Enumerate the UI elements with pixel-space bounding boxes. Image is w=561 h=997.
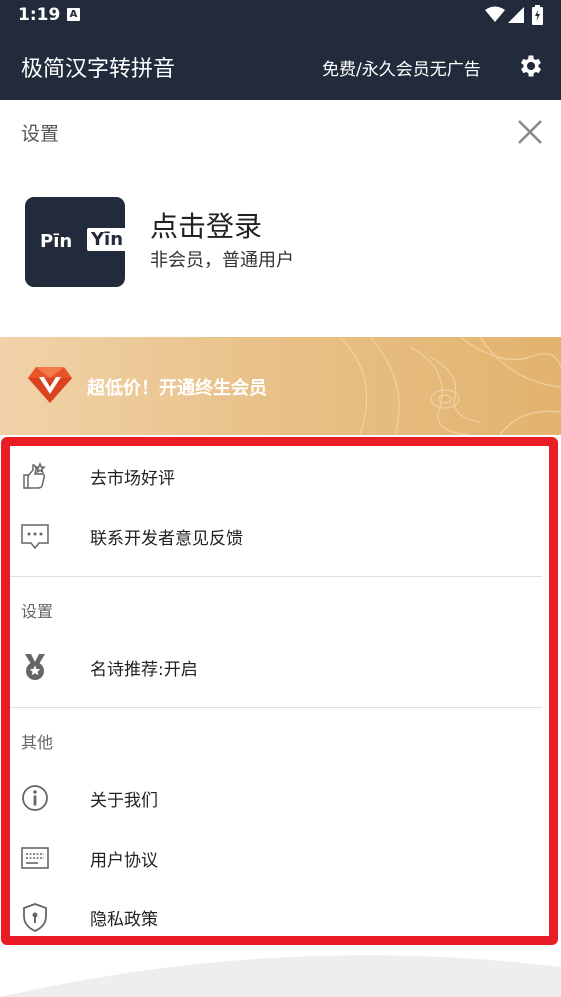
app-logo[interactable]: Pīn Yīn — [25, 197, 128, 287]
contour-decoration — [339, 337, 561, 435]
login-title[interactable]: 点击登录 — [150, 205, 262, 245]
close-icon[interactable] — [516, 118, 544, 146]
logo-pin-text: Pīn — [40, 231, 73, 252]
bottom-backdrop — [0, 945, 561, 997]
status-time: 1:19 — [18, 5, 61, 25]
logo-yin-text: Yīn — [87, 228, 128, 251]
signal-icon — [508, 7, 524, 23]
battery-charging-icon — [532, 5, 543, 25]
vip-banner[interactable]: 超低价！开通终生会员 — [0, 337, 561, 435]
highlight-box — [1, 437, 558, 945]
login-subtitle: 非会员，普通用户 — [150, 250, 294, 271]
vip-diamond-icon — [28, 367, 72, 403]
status-bar: 1:19 A — [0, 0, 561, 32]
app-title: 极简汉字转拼音 — [21, 57, 176, 82]
app-bar: 极简汉字转拼音 免费/永久会员无广告 — [0, 32, 561, 100]
vip-text: 超低价！开通终生会员 — [87, 378, 267, 399]
promo-link[interactable]: 免费/永久会员无广告 — [322, 55, 481, 80]
notification-a-icon: A — [67, 8, 80, 21]
panel-title: 设置 — [21, 123, 60, 145]
wifi-icon — [485, 6, 505, 22]
gear-icon[interactable] — [517, 52, 545, 80]
